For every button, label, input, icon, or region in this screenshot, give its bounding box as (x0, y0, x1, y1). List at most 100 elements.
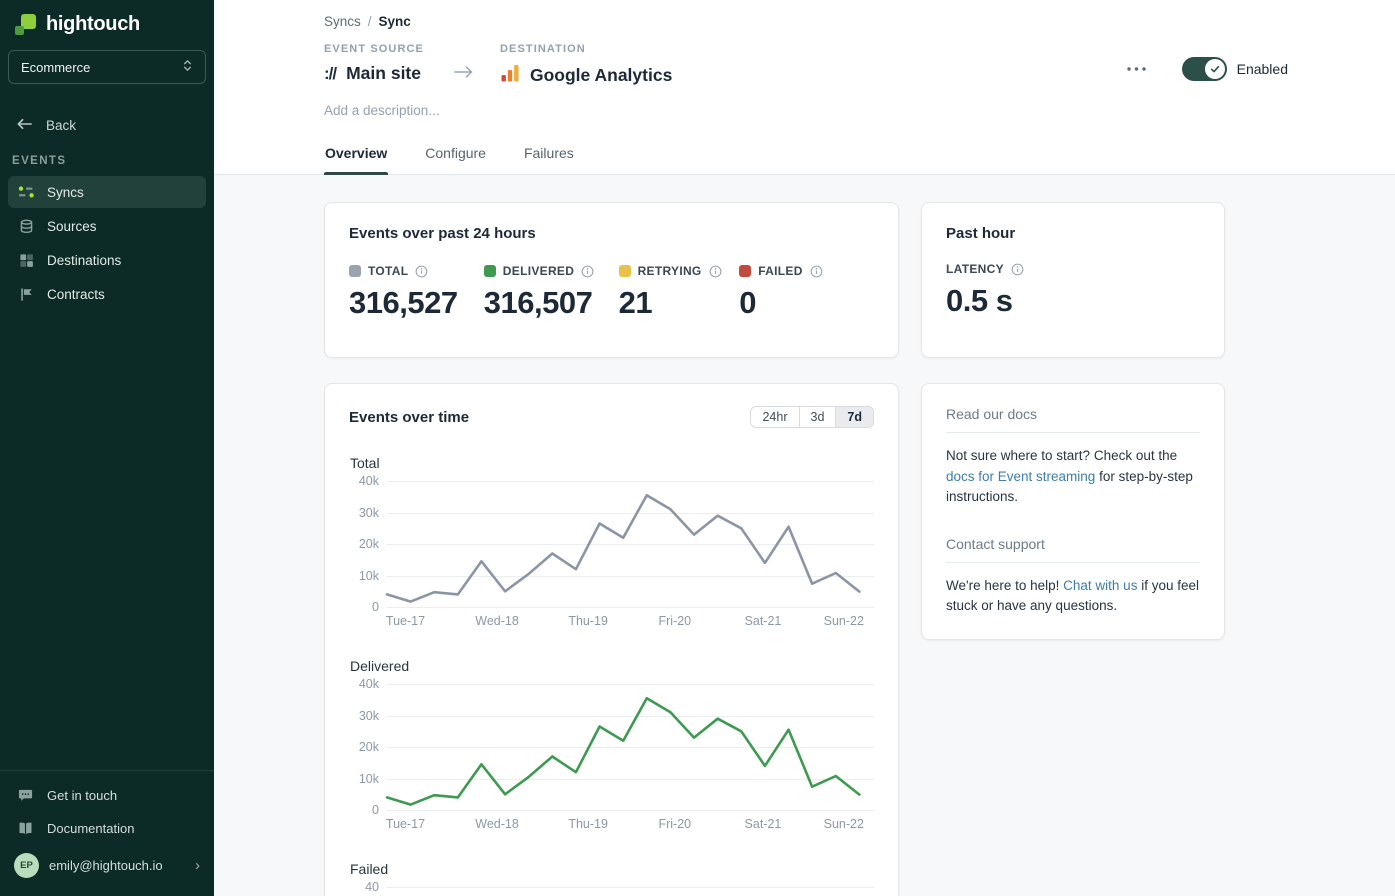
tab-bar: Overview Configure Failures (324, 135, 1395, 174)
sidebar-item-label: Destinations (47, 253, 121, 268)
check-icon (1209, 63, 1221, 75)
y-axis-tick: 40k (345, 474, 379, 488)
total-chart: Total 40k30k20k10k0 Tue-17Wed-18Thu-19Fr… (349, 455, 874, 631)
metric-label: DELIVERED (503, 264, 574, 278)
info-icon[interactable] (1011, 263, 1024, 276)
sidebar: hightouch Ecommerce Back EVENTS Syncs So… (0, 0, 214, 896)
google-analytics-icon (500, 63, 520, 88)
hightouch-logo-text: hightouch (46, 13, 140, 36)
metric-value: 21 (619, 285, 740, 321)
chevron-right-icon: › (195, 857, 200, 874)
metric-value: 0 (739, 285, 874, 321)
sidebar-item-label: Contracts (47, 287, 105, 302)
sync-header: Syncs / Sync EVENT SOURCE :// Main site DE… (214, 0, 1395, 175)
footer-item-label: Get in touch (47, 788, 117, 803)
time-range-selector: 24hr 3d 7d (750, 406, 874, 428)
x-axis-tick: Sat-21 (745, 817, 782, 831)
chat-with-us-link[interactable]: Chat with us (1063, 578, 1137, 593)
sidebar-item-sources[interactable]: Sources (8, 210, 206, 242)
arrow-left-icon (16, 118, 33, 133)
range-3d-button[interactable]: 3d (799, 407, 836, 427)
support-section: Contact support We're here to help! Chat… (946, 536, 1200, 617)
failed-color-chip (739, 265, 751, 277)
back-button[interactable]: Back (0, 108, 214, 143)
range-24hr-button[interactable]: 24hr (751, 407, 798, 427)
y-axis-tick: 20k (345, 537, 379, 551)
back-label: Back (46, 118, 76, 133)
x-axis-tick: Thu-19 (568, 817, 608, 831)
content-area: Syncs / Sync EVENT SOURCE :// Main site DE… (214, 0, 1395, 896)
metric-value: 316,527 (349, 285, 484, 321)
info-icon[interactable] (581, 265, 594, 278)
range-7d-button[interactable]: 7d (835, 407, 873, 427)
line-series (387, 481, 874, 607)
retrying-color-chip (619, 265, 631, 277)
workspace-selector[interactable]: Ecommerce (8, 50, 206, 84)
docs-heading: Read our docs (946, 406, 1200, 422)
chart-title: Failed (350, 861, 874, 877)
tab-overview[interactable]: Overview (324, 135, 388, 174)
y-axis-tick: 20k (345, 740, 379, 754)
info-icon[interactable] (415, 265, 428, 278)
breadcrumb-current: Sync (379, 14, 411, 29)
event-source-name[interactable]: Main site (346, 63, 421, 84)
flag-icon (18, 287, 35, 302)
x-axis-tick: Tue-17 (386, 614, 425, 628)
support-heading: Contact support (946, 536, 1200, 552)
event-source-block: EVENT SOURCE :// Main site (324, 43, 424, 84)
x-axis-tick: Thu-19 (568, 614, 608, 628)
description-placeholder[interactable]: Add a description... (324, 103, 1395, 131)
total-chart-plot: 40k30k20k10k0 (387, 481, 874, 607)
events-section-label: EVENTS (0, 143, 214, 174)
kebab-menu-icon (1127, 67, 1146, 71)
failed-chart-plot: 40 (387, 887, 874, 896)
latency-label: LATENCY (946, 262, 1004, 276)
database-icon (18, 219, 35, 234)
x-axis-tick: Tue-17 (386, 817, 425, 831)
delivered-chart-xaxis: Tue-17Wed-18Thu-19Fri-20Sat-21Sun-22 (387, 817, 874, 834)
y-axis-tick: 30k (345, 709, 379, 723)
overview-panel: Events over past 24 hours TOTAL 316,527 … (214, 175, 1395, 896)
past-hour-title: Past hour (946, 225, 1200, 242)
x-axis-tick: Sat-21 (745, 614, 782, 628)
toggle-label: Enabled (1237, 61, 1288, 77)
y-axis-tick: 0 (345, 803, 379, 817)
avatar: EP (14, 853, 39, 878)
enabled-toggle[interactable] (1182, 57, 1227, 81)
tab-failures[interactable]: Failures (523, 135, 575, 174)
sidebar-item-contracts[interactable]: Contracts (8, 278, 206, 310)
get-in-touch-button[interactable]: Get in touch (0, 779, 214, 812)
docs-text: Not sure where to start? Check out the (946, 448, 1177, 463)
y-axis-tick: 10k (345, 772, 379, 786)
breadcrumb-separator: / (368, 14, 372, 29)
events-over-time-title: Events over time (349, 409, 469, 426)
metric-label: TOTAL (368, 264, 408, 278)
delivered-color-chip (484, 265, 496, 277)
documentation-button[interactable]: Documentation (0, 812, 214, 845)
x-axis-tick: Fri-20 (658, 817, 691, 831)
sidebar-item-destinations[interactable]: Destinations (8, 244, 206, 276)
sidebar-item-syncs[interactable]: Syncs (8, 176, 206, 208)
docs-section: Read our docs Not sure where to start? C… (946, 406, 1200, 508)
help-card: Read our docs Not sure where to start? C… (921, 383, 1225, 640)
y-axis-tick: 0 (345, 600, 379, 614)
destination-block: DESTINATION Google Analytics (500, 43, 672, 88)
latency-value: 0.5 s (946, 283, 1200, 319)
gridline (387, 887, 874, 888)
sidebar-item-label: Syncs (47, 185, 84, 200)
tab-configure[interactable]: Configure (424, 135, 487, 174)
docs-link[interactable]: docs for Event streaming (946, 469, 1095, 484)
more-options-button[interactable] (1119, 61, 1154, 77)
info-icon[interactable] (810, 265, 823, 278)
x-axis-tick: Fri-20 (658, 614, 691, 628)
chart-title: Delivered (350, 658, 874, 674)
gridline (387, 810, 874, 811)
breadcrumb-syncs-link[interactable]: Syncs (324, 14, 361, 29)
y-axis-tick: 30k (345, 506, 379, 520)
destination-name[interactable]: Google Analytics (530, 65, 672, 86)
event-source-icon: :// (324, 64, 336, 84)
info-icon[interactable] (709, 265, 722, 278)
sidebar-item-label: Sources (47, 219, 97, 234)
account-menu[interactable]: EP emily@hightouch.io › (0, 845, 214, 888)
x-axis-tick: Sun-22 (824, 614, 864, 628)
